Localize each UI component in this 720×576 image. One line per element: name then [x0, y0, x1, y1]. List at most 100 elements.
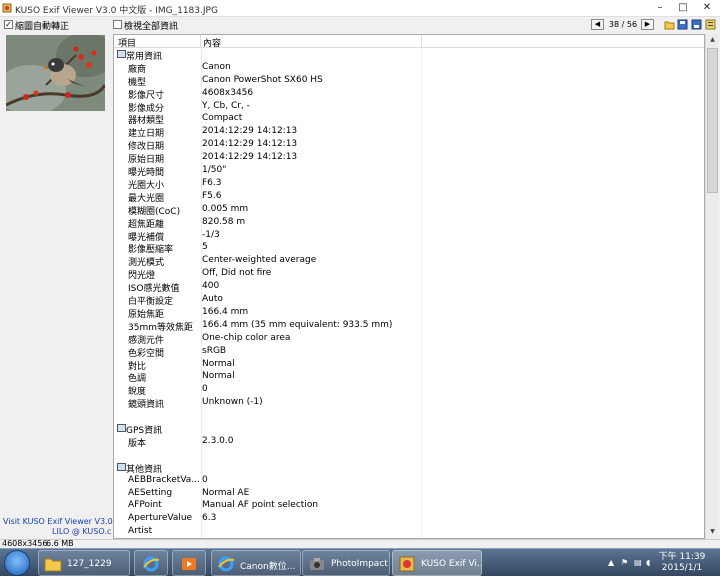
row-value: Normal	[202, 371, 235, 382]
table-row[interactable]: 超焦距離 820.58 m	[114, 216, 704, 230]
table-row[interactable]: AFPoint Manual AF point selection	[114, 499, 704, 512]
table-row[interactable]: AEBBracketVa... 0	[114, 474, 704, 487]
col-header-content[interactable]: 內容	[203, 36, 221, 49]
save-icon[interactable]	[677, 19, 688, 30]
table-row[interactable]: 影像尺寸 4608x3456	[114, 87, 704, 101]
taskbar-item-photoimpact[interactable]: PhotoImpact	[302, 550, 390, 576]
row-value: 0	[202, 384, 208, 395]
start-button[interactable]	[4, 550, 30, 576]
status-size: 6.6 MB	[46, 539, 74, 548]
table-row[interactable]: 機型 Canon PowerShot SX60 HS	[114, 74, 704, 88]
tray-network-icon[interactable]: ▤	[634, 558, 644, 568]
title-bar[interactable]: KUSO Exif Viewer V3.0 中文版 - IMG_1183.JPG…	[0, 0, 720, 17]
scroll-down-icon[interactable]: ▼	[706, 526, 719, 538]
shrink-label[interactable]: 縮圖自動轉正	[15, 19, 69, 32]
scroll-up-icon[interactable]: ▲	[706, 34, 719, 46]
table-row[interactable]: 建立日期 2014:12:29 14:12:13	[114, 125, 704, 139]
row-key: AEBBracketVa...	[128, 474, 200, 485]
table-row[interactable]: Artist	[114, 525, 704, 538]
section-header[interactable]: GPS資訊	[114, 422, 704, 436]
table-row[interactable]: 35mm等效焦距 166.4 mm (35 mm equivalent: 933.…	[114, 319, 704, 333]
show-all-checkbox[interactable]	[113, 20, 122, 29]
row-key: Artist	[128, 526, 153, 537]
scroll-thumb[interactable]	[707, 48, 718, 193]
table-row[interactable]: 器材類型 Compact	[114, 112, 704, 126]
shrink-checkbox[interactable]: ✓	[4, 20, 13, 29]
table-row[interactable]: 影像壓縮率 5	[114, 241, 704, 255]
table-row[interactable]: 閃光燈 Off, Did not fire	[114, 267, 704, 281]
row-value: 0.005 mm	[202, 203, 249, 214]
vertical-scrollbar[interactable]: ▲ ▼	[705, 34, 718, 539]
row-key: 鏡頭資訊	[128, 400, 165, 411]
close-icon[interactable]: ✕	[696, 0, 718, 17]
taskbar-clock[interactable]: 下午 11:39 2015/1/1	[656, 552, 708, 574]
row-value: F6.3	[202, 177, 222, 188]
table-row[interactable]: AESetting Normal AE	[114, 487, 704, 500]
table-row[interactable]: 光圈大小 F6.3	[114, 177, 704, 191]
media-player-icon	[182, 558, 196, 570]
ie-icon	[143, 556, 160, 572]
table-row[interactable]: 銳度 0	[114, 383, 704, 397]
row-value: sRGB	[202, 345, 227, 356]
tray-flag-icon[interactable]: ⚑	[621, 558, 631, 568]
taskbar-item-media[interactable]	[172, 550, 206, 576]
table-row[interactable]: 鏡頭資訊 Unknown (-1)	[114, 396, 704, 411]
show-all-label[interactable]: 檢視全部資訊	[124, 19, 178, 32]
tray-volume-icon[interactable]: ◖	[646, 558, 656, 568]
row-value: 2014:12:29 14:12:13	[202, 139, 298, 150]
row-key: AESetting	[128, 487, 173, 498]
table-row[interactable]: 曝光補償 -1/3	[114, 229, 704, 243]
chevron-left-icon[interactable]: ◀	[591, 19, 604, 30]
status-bar: 4608x3456 6.6 MB	[0, 539, 720, 548]
info-icon[interactable]	[705, 19, 716, 30]
table-row[interactable]: ISO感光數值 400	[114, 280, 704, 294]
table-row[interactable]: 曝光時間 1/50"	[114, 164, 704, 178]
section-header[interactable]: 常用資訊	[114, 48, 704, 62]
minimize-icon[interactable]: –	[649, 0, 671, 17]
table-row[interactable]: 白平衡設定 Auto	[114, 293, 704, 307]
toolbar: ✓ 縮圖自動轉正 檢視全部資訊 ◀ 38 / 56 ▶	[0, 17, 720, 33]
folder-open-icon[interactable]	[664, 19, 675, 30]
table-row[interactable]: 測光模式 Center-weighted average	[114, 254, 704, 268]
row-value: Canon PowerShot SX60 HS	[202, 74, 323, 85]
table-row[interactable]: 影像成分 Y, Cb, Cr, -	[114, 100, 704, 114]
row-value: 4608x3456	[202, 87, 254, 98]
taskbar-item-folder[interactable]: 127_1229	[38, 550, 130, 576]
table-row[interactable]: 版本 2.3.0.0	[114, 435, 704, 449]
taskbar-item-ie[interactable]	[134, 550, 168, 576]
table-row[interactable]: 原始日期 2014:12:29 14:12:13	[114, 151, 704, 165]
app-icon	[2, 3, 12, 13]
row-key: ApertureValue	[128, 513, 193, 524]
table-row[interactable]: 感測元件 One-chip color area	[114, 332, 704, 346]
maximize-icon[interactable]: □	[672, 0, 694, 17]
table-row[interactable]: 最大光圈 F5.6	[114, 190, 704, 204]
col-header-item[interactable]: 項目	[118, 36, 136, 49]
taskbar-item-kuso[interactable]: KUSO Exif Vi...	[392, 550, 482, 576]
chevron-right-icon[interactable]: ▶	[641, 19, 654, 30]
row-value: 400	[202, 281, 220, 292]
table-row[interactable]: ApertureValue 6.3	[114, 512, 704, 525]
section-icon	[117, 49, 126, 58]
table-row[interactable]: 色彩空間 sRGB	[114, 345, 704, 359]
ie-icon	[218, 556, 235, 572]
exif-table: 常用資訊 廠商 Canon 機型 Canon PowerShot SX60 HS 影像尺寸…	[113, 34, 705, 539]
row-value: -1/3	[202, 229, 220, 240]
tray-up-arrow-icon[interactable]: ▲	[608, 558, 618, 568]
table-row[interactable]: 對比 Normal	[114, 358, 704, 372]
author-link[interactable]: LILO @ KUSO.c	[52, 527, 111, 536]
table-row[interactable]: 修改日期 2014:12:29 14:12:13	[114, 138, 704, 152]
table-row[interactable]: 色調 Normal	[114, 370, 704, 384]
table-row[interactable]: 原始焦距 166.4 mm	[114, 306, 704, 320]
save-as-icon[interactable]	[691, 19, 702, 30]
taskbar-item-canon[interactable]: Canon數位...	[211, 550, 301, 576]
row-key: AFPoint	[128, 500, 162, 511]
row-value: Manual AF point selection	[202, 500, 319, 511]
table-row[interactable]: 廠商 Canon	[114, 61, 704, 75]
section-header[interactable]: 其他資訊	[114, 461, 704, 475]
table-row[interactable]: 模糊圈(CoC) 0.005 mm	[114, 203, 704, 217]
row-value: Normal	[202, 358, 235, 369]
image-thumbnail[interactable]	[6, 35, 105, 111]
visit-link[interactable]: Visit KUSO Exif Viewer V3.0	[3, 517, 113, 526]
row-value: 2014:12:29 14:12:13	[202, 152, 298, 163]
status-dimensions: 4608x3456	[2, 539, 48, 548]
